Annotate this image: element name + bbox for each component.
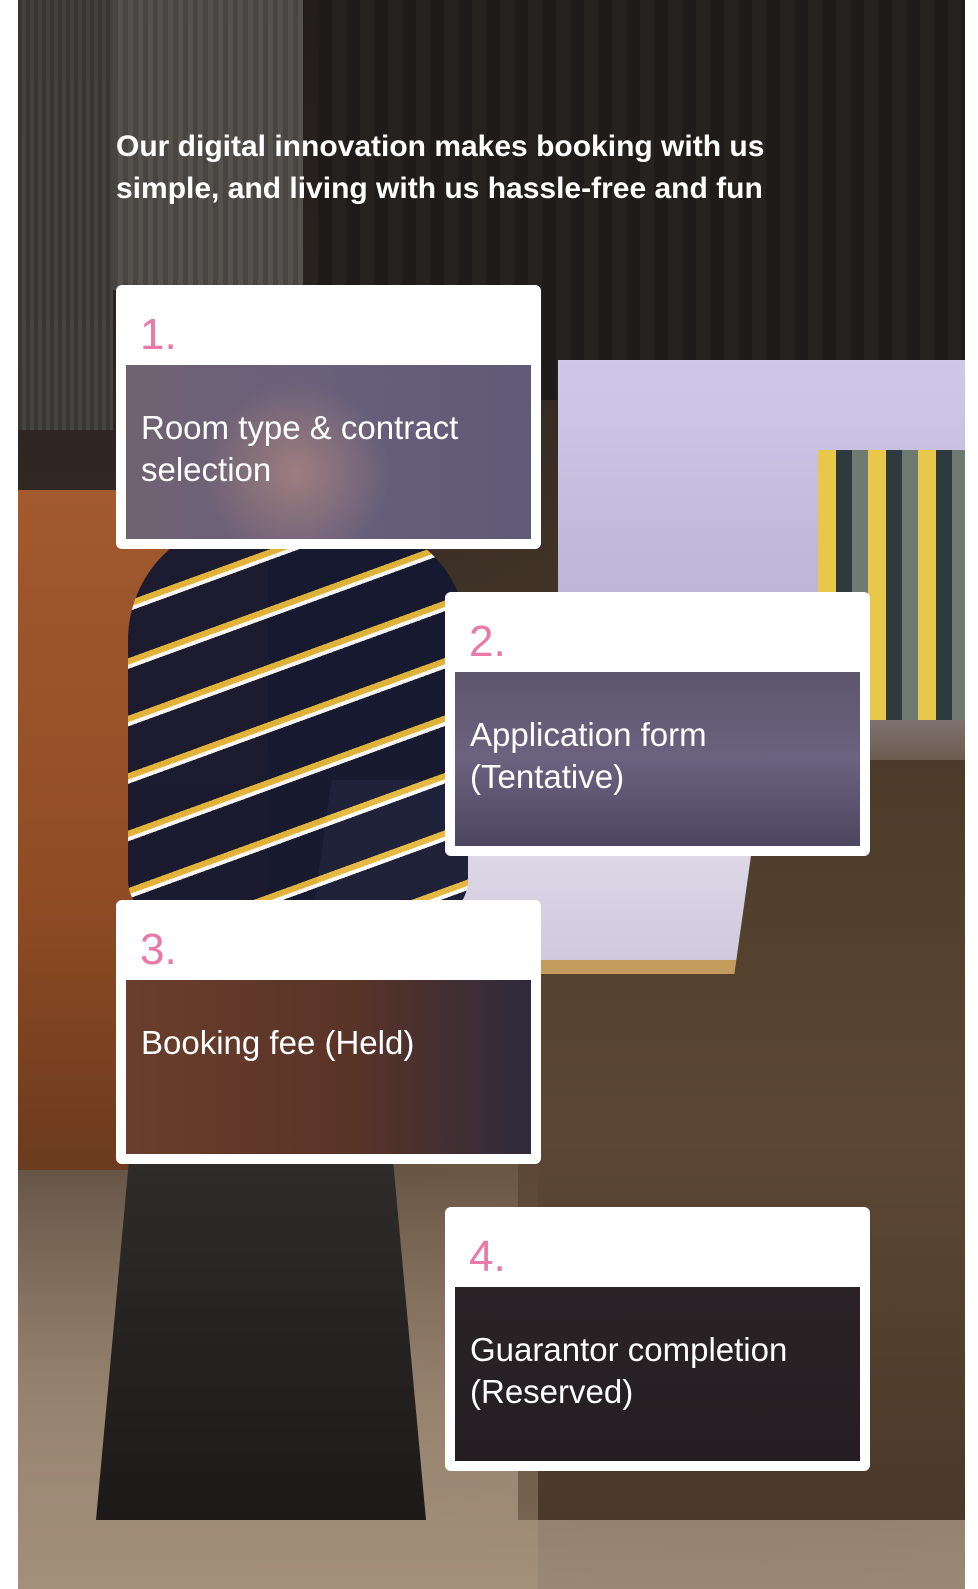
step-label: Booking fee (Held) xyxy=(141,1024,415,1061)
step-image: Booking fee (Held) xyxy=(126,980,531,1154)
background-person xyxy=(128,520,468,920)
step-number: 1. xyxy=(140,310,177,359)
headline: Our digital innovation makes booking wit… xyxy=(116,130,765,205)
background-window xyxy=(18,0,113,430)
background-bag xyxy=(96,1160,426,1520)
step-card-4: 4. Guarantor completion (Reserved) xyxy=(445,1207,870,1471)
step-image: Room type & contract selection xyxy=(126,365,531,539)
step-card-2: 2. Application form (Tentative) xyxy=(445,592,870,856)
step-image-overlay xyxy=(126,980,531,1154)
step-card-1: 1. Room type & contract selection xyxy=(116,285,541,549)
step-image: Guarantor completion (Reserved) xyxy=(455,1287,860,1461)
step-number: 3. xyxy=(140,925,177,974)
step-label: Guarantor completion (Reserved) xyxy=(470,1331,788,1410)
step-card-3: 3. Booking fee (Held) xyxy=(116,900,541,1164)
step-number: 4. xyxy=(469,1232,506,1281)
step-number: 2. xyxy=(469,617,506,666)
page: Our digital innovation makes booking wit… xyxy=(18,0,965,1589)
step-label: Room type & contract selection xyxy=(141,409,459,488)
step-image: Application form (Tentative) xyxy=(455,672,860,846)
step-label: Application form (Tentative) xyxy=(470,716,707,795)
